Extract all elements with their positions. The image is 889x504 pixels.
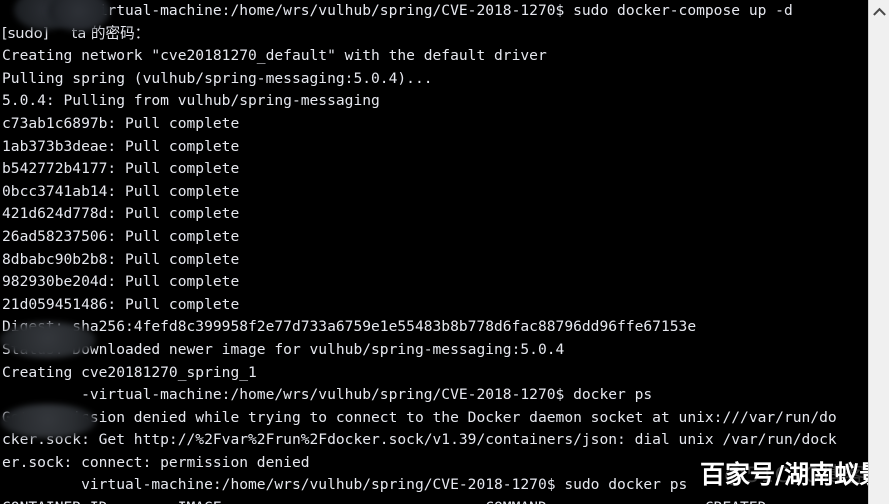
terminal-table-header: CONTAINER ID IMAGE COMMAND CREATED: [0, 497, 868, 504]
terminal-line: Digest: sha256:4fefd8c399958f2e77d733a67…: [2, 318, 697, 336]
terminal-screen[interactable]: -virtual-machine:/home/wrs/vulhub/spring…: [0, 0, 868, 504]
terminal-line: Creating network "cve20181270_default" w…: [2, 47, 547, 65]
terminal-line: -virtual-machine:/home/wrs/vulhub/spring…: [2, 2, 793, 19]
terminal-window[interactable]: -virtual-machine:/home/wrs/vulhub/spring…: [0, 0, 889, 504]
terminal-line: Got permission denied while trying to co…: [2, 408, 837, 426]
terminal-line: b542772b4177: Pull complete: [2, 160, 240, 178]
terminal-line: 26ad58237506: Pull complete: [2, 227, 240, 245]
terminal-line: 1ab373b3deae: Pull complete: [2, 137, 240, 155]
terminal-line: 8dbabc90b2b8: Pull complete: [2, 250, 240, 268]
terminal-line: Pulling spring (vulhub/spring-messaging:…: [2, 69, 433, 87]
terminal-line: 0bcc3741ab14: Pull complete: [2, 182, 240, 200]
terminal-line: 21d059451486: Pull complete: [2, 295, 240, 313]
terminal-line: er.sock: connect: permission denied: [2, 453, 310, 471]
terminal-line: c73ab1c6897b: Pull complete: [2, 114, 240, 132]
vertical-scrollbar[interactable]: [868, 0, 889, 504]
terminal-line: -virtual-machine:/home/wrs/vulhub/spring…: [2, 386, 653, 404]
scroll-up-button[interactable]: [869, 0, 889, 22]
terminal-line: 421d624d778d: Pull complete: [2, 205, 240, 223]
terminal-line: [sudo] ta 的密码：: [2, 24, 150, 42]
chevron-up-icon: [872, 7, 886, 16]
terminal-line: Status: Downloaded newer image for vulhu…: [2, 340, 565, 358]
terminal-line: cker.sock: Get http://%2Fvar%2Frun%2Fdoc…: [2, 431, 837, 449]
terminal-line: virtual-machine:/home/wrs/vulhub/spring/…: [2, 476, 688, 494]
terminal-line: 5.0.4: Pulling from vulhub/spring-messag…: [2, 92, 380, 110]
terminal-line: Creating cve20181270_spring_1: [2, 363, 257, 381]
terminal-line: 982930be204d: Pull complete: [2, 273, 240, 291]
